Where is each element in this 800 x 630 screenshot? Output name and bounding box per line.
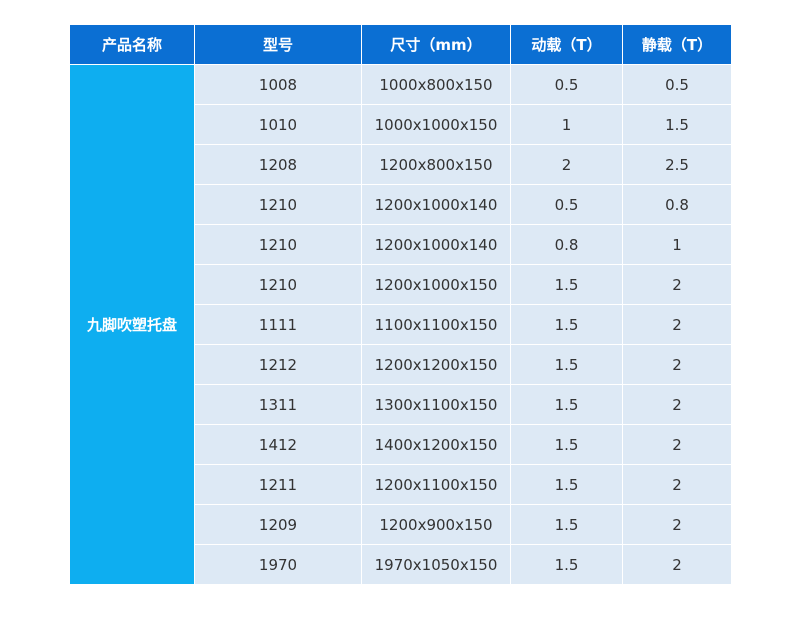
- model-cell: 1412: [194, 424, 362, 465]
- model-cell: 1970: [194, 544, 362, 585]
- static-load-cell: 0.5: [622, 64, 732, 105]
- product-name-cell: 九脚吹塑托盘: [69, 64, 195, 585]
- header-model: 型号: [194, 24, 362, 65]
- header-static-load: 静载（T）: [622, 24, 732, 65]
- model-cell: 1211: [194, 464, 362, 505]
- static-load-cell: 2: [622, 544, 732, 585]
- size-cell: 1200x1000x150: [361, 264, 511, 305]
- dynamic-load-cell: 1.5: [510, 504, 623, 545]
- model-cell: 1111: [194, 304, 362, 345]
- model-cell: 1208: [194, 144, 362, 185]
- static-load-cell: 1: [622, 224, 732, 265]
- size-cell: 1970x1050x150: [361, 544, 511, 585]
- size-cell: 1200x1200x150: [361, 344, 511, 385]
- pallet-spec-table: 产品名称 型号 尺寸（mm） 动载（T） 静载（T） 九脚吹塑托盘 1008 1…: [69, 24, 732, 585]
- size-cell: 1200x800x150: [361, 144, 511, 185]
- header-product-name: 产品名称: [69, 24, 195, 65]
- model-cell: 1212: [194, 344, 362, 385]
- size-cell: 1300x1100x150: [361, 384, 511, 425]
- static-load-cell: 2: [622, 464, 732, 505]
- table-row: 九脚吹塑托盘 1008 1000x800x150 0.5 0.5: [69, 64, 732, 585]
- dynamic-load-cell: 0.5: [510, 64, 623, 105]
- dynamic-load-cell: 1.5: [510, 304, 623, 345]
- size-cell: 1200x1000x140: [361, 224, 511, 265]
- model-cell: 1210: [194, 264, 362, 305]
- dynamic-load-cell: 1.5: [510, 344, 623, 385]
- table-header-row: 产品名称 型号 尺寸（mm） 动载（T） 静载（T）: [69, 24, 732, 65]
- dynamic-load-cell: 1.5: [510, 424, 623, 465]
- dynamic-load-cell: 0.8: [510, 224, 623, 265]
- model-cell: 1008: [194, 64, 362, 105]
- size-cell: 1200x1100x150: [361, 464, 511, 505]
- model-cell: 1210: [194, 184, 362, 225]
- static-load-cell: 2: [622, 424, 732, 465]
- size-cell: 1200x900x150: [361, 504, 511, 545]
- static-load-cell: 0.8: [622, 184, 732, 225]
- model-cell: 1209: [194, 504, 362, 545]
- size-cell: 1000x800x150: [361, 64, 511, 105]
- dynamic-load-cell: 1.5: [510, 544, 623, 585]
- model-cell: 1210: [194, 224, 362, 265]
- static-load-cell: 2: [622, 304, 732, 345]
- dynamic-load-cell: 1.5: [510, 464, 623, 505]
- static-load-cell: 2.5: [622, 144, 732, 185]
- size-cell: 1100x1100x150: [361, 304, 511, 345]
- dynamic-load-cell: 1: [510, 104, 623, 145]
- header-size: 尺寸（mm）: [361, 24, 511, 65]
- static-load-cell: 2: [622, 344, 732, 385]
- model-cell: 1010: [194, 104, 362, 145]
- model-cell: 1311: [194, 384, 362, 425]
- static-load-cell: 2: [622, 504, 732, 545]
- dynamic-load-cell: 1.5: [510, 264, 623, 305]
- size-cell: 1000x1000x150: [361, 104, 511, 145]
- size-cell: 1200x1000x140: [361, 184, 511, 225]
- static-load-cell: 2: [622, 264, 732, 305]
- header-dynamic-load: 动载（T）: [510, 24, 623, 65]
- dynamic-load-cell: 2: [510, 144, 623, 185]
- dynamic-load-cell: 0.5: [510, 184, 623, 225]
- static-load-cell: 1.5: [622, 104, 732, 145]
- static-load-cell: 2: [622, 384, 732, 425]
- dynamic-load-cell: 1.5: [510, 384, 623, 425]
- size-cell: 1400x1200x150: [361, 424, 511, 465]
